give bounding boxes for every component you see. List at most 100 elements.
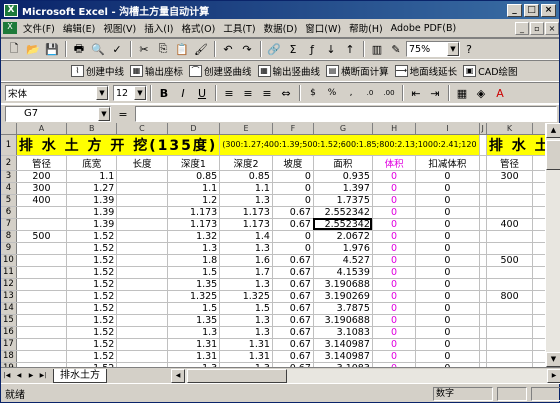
cell-empty[interactable] <box>479 194 487 207</box>
cell-slope[interactable]: 0 <box>272 182 314 195</box>
cell-empty[interactable] <box>532 254 545 267</box>
copy-icon[interactable]: ⎘ <box>154 40 172 58</box>
cell-depth2[interactable]: 1.3 <box>219 314 273 327</box>
row-header[interactable]: 16 <box>1 326 17 339</box>
row-header[interactable]: 13 <box>1 290 17 303</box>
cell-empty[interactable] <box>479 350 487 363</box>
cell-empty[interactable] <box>532 194 545 207</box>
cell-depth2[interactable]: 1.325 <box>219 290 273 303</box>
cell-area[interactable]: 3.140987 <box>313 338 373 351</box>
cell-deduct-volume[interactable]: 0 <box>415 290 480 303</box>
cell-depth1[interactable]: 0.85 <box>167 170 221 183</box>
cell-depth1[interactable]: 1.3 <box>167 326 221 339</box>
cell-diameter[interactable] <box>16 350 68 363</box>
cell-diameter[interactable]: 500 <box>16 230 68 243</box>
cell-empty[interactable] <box>532 182 545 195</box>
cad-draw-button[interactable]: ▣ CAD绘图 <box>463 64 518 78</box>
sheet-title-right[interactable]: 排 水 土 <box>486 134 545 156</box>
drawing-icon[interactable]: ✎ <box>387 40 405 58</box>
cell-slope[interactable]: 0 <box>272 170 314 183</box>
cell-depth2[interactable]: 1.4 <box>219 230 273 243</box>
spellcheck-icon[interactable]: ✓ <box>108 40 126 58</box>
font-color-icon[interactable]: A <box>491 84 509 102</box>
close-button[interactable]: × <box>541 3 556 17</box>
cell-empty[interactable] <box>532 218 545 231</box>
cell-length[interactable] <box>116 302 168 315</box>
increase-decimal-icon[interactable]: .0 <box>361 84 379 102</box>
header-cell[interactable]: 深度2 <box>219 155 273 171</box>
cross-section-button[interactable]: ▤ 横断面计算 <box>326 64 389 78</box>
vertical-scrollbar[interactable]: ▲ ▼ <box>545 123 560 367</box>
column-header[interactable]: E <box>219 123 273 135</box>
align-right-icon[interactable]: ≡ <box>258 84 276 102</box>
cell-depth1[interactable]: 1.2 <box>167 194 221 207</box>
cell-length[interactable] <box>116 290 168 303</box>
cell-diameter[interactable] <box>16 242 68 255</box>
sheet-title[interactable]: 排 水 土 方 开 挖(135度) <box>16 134 221 156</box>
cell-deduct-volume[interactable]: 0 <box>415 182 480 195</box>
cell-empty[interactable] <box>479 206 487 219</box>
column-header[interactable]: A <box>16 123 68 135</box>
row-header[interactable]: 4 <box>1 182 17 195</box>
cell-bottom-width[interactable]: 1.52 <box>66 290 118 303</box>
last-sheet-icon[interactable]: ▶| <box>37 370 49 382</box>
workbook-minimize-button[interactable]: _ <box>515 21 529 35</box>
cell-empty[interactable] <box>532 338 545 351</box>
cell-empty[interactable] <box>479 254 487 267</box>
cell-bottom-width[interactable]: 1.52 <box>66 302 118 315</box>
header-cell[interactable]: 深度1 <box>167 155 221 171</box>
borders-icon[interactable]: ▦ <box>453 84 471 102</box>
cell-diameter[interactable] <box>16 278 68 291</box>
menu-adobe-pdf[interactable]: Adobe PDF(B) <box>387 23 461 34</box>
cell-diameter[interactable] <box>16 290 68 303</box>
select-all-corner[interactable] <box>1 123 17 135</box>
open-folder-icon[interactable]: 📂 <box>24 40 42 58</box>
cell-depth2[interactable]: 1.7 <box>219 266 273 279</box>
create-centerline-button[interactable]: ⌇ 创建中线 <box>71 64 124 78</box>
row-header[interactable]: 14 <box>1 302 17 315</box>
cell-diameter-right[interactable] <box>486 314 534 327</box>
cell-diameter[interactable] <box>16 314 68 327</box>
cell-area[interactable]: 2.0672 <box>313 230 373 243</box>
cell-bottom-width[interactable]: 1.52 <box>66 326 118 339</box>
column-header[interactable]: J <box>479 123 487 135</box>
cell-length[interactable] <box>116 170 168 183</box>
cell-bottom-width[interactable]: 1.1 <box>66 170 118 183</box>
cell-volume[interactable]: 0 <box>372 182 417 195</box>
cell-volume[interactable]: 0 <box>372 194 417 207</box>
cell-deduct-volume[interactable]: 0 <box>415 194 480 207</box>
header-cell[interactable]: 体积 <box>372 155 417 171</box>
sheet-params[interactable]: (300:1.27;400:1.39;500:1.52;600:1.85;800… <box>219 134 480 156</box>
merge-center-icon[interactable]: ⇔ <box>277 84 295 102</box>
row-header[interactable]: 11 <box>1 266 17 279</box>
cell-length[interactable] <box>116 338 168 351</box>
cell-deduct-volume[interactable]: 0 <box>415 338 480 351</box>
header-cell[interactable]: 管径 <box>486 155 534 171</box>
cell-empty[interactable] <box>532 314 545 327</box>
cell-volume[interactable]: 0 <box>372 314 417 327</box>
cell-length[interactable] <box>116 350 168 363</box>
save-icon[interactable]: 💾 <box>43 40 61 58</box>
decrease-decimal-icon[interactable]: .00 <box>380 84 398 102</box>
row-header[interactable]: 12 <box>1 278 17 291</box>
cell-depth2[interactable]: 1.173 <box>219 218 273 231</box>
cell-slope[interactable]: 0.67 <box>272 314 314 327</box>
row-header[interactable]: 10 <box>1 254 17 267</box>
cell-diameter-right[interactable] <box>486 206 534 219</box>
cell-diameter-right[interactable]: 300 <box>486 170 534 183</box>
cell-depth1[interactable]: 1.35 <box>167 278 221 291</box>
maximize-button[interactable]: □ <box>524 3 539 17</box>
cell-slope[interactable]: 0 <box>272 230 314 243</box>
cell-empty[interactable] <box>479 242 487 255</box>
cell-bottom-width[interactable]: 1.39 <box>66 218 118 231</box>
menu-view[interactable]: 视图(V) <box>99 21 140 35</box>
cell-deduct-volume[interactable]: 0 <box>415 230 480 243</box>
cell-depth2[interactable]: 1.6 <box>219 254 273 267</box>
cell-bottom-width[interactable]: 1.52 <box>66 242 118 255</box>
cell-length[interactable] <box>116 182 168 195</box>
underline-icon[interactable]: U <box>193 84 211 102</box>
cut-icon[interactable]: ✂ <box>135 40 153 58</box>
decrease-indent-icon[interactable]: ⇤ <box>407 84 425 102</box>
cell-bottom-width[interactable]: 1.52 <box>66 350 118 363</box>
scroll-thumb[interactable] <box>546 140 560 170</box>
